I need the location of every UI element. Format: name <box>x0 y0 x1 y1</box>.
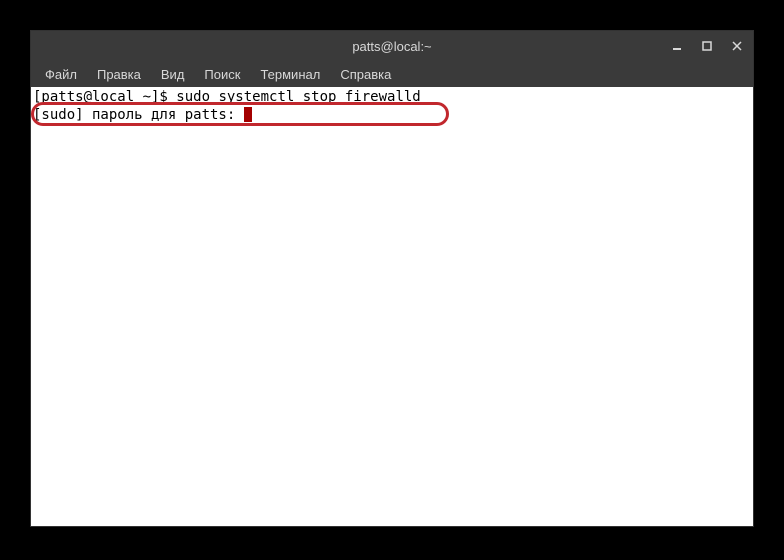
window-controls <box>667 31 747 61</box>
window-title: patts@local:~ <box>352 39 431 54</box>
sudo-prompt: [sudo] пароль для patts: <box>33 107 244 123</box>
close-button[interactable] <box>727 36 747 56</box>
menu-file[interactable]: Файл <box>35 63 87 86</box>
prompt: [patts@local ~]$ <box>33 89 176 105</box>
menu-help[interactable]: Справка <box>330 63 401 86</box>
maximize-button[interactable] <box>697 36 717 56</box>
cursor-block <box>244 107 252 122</box>
menu-edit[interactable]: Правка <box>87 63 151 86</box>
menu-terminal[interactable]: Терминал <box>250 63 330 86</box>
terminal-window: patts@local:~ Файл Правка Вид Поиск Терм… <box>30 30 754 527</box>
terminal-line: [sudo] пароль для patts: <box>33 106 751 124</box>
terminal-line: [patts@local ~]$ sudo systemctl stop fir… <box>33 88 751 106</box>
minimize-icon <box>672 41 682 51</box>
terminal-area[interactable]: [patts@local ~]$ sudo systemctl stop fir… <box>31 87 753 526</box>
command-text: sudo systemctl stop firewalld <box>176 89 420 105</box>
minimize-button[interactable] <box>667 36 687 56</box>
close-icon <box>732 41 742 51</box>
menubar: Файл Правка Вид Поиск Терминал Справка <box>31 61 753 87</box>
menu-search[interactable]: Поиск <box>194 63 250 86</box>
titlebar: patts@local:~ <box>31 31 753 61</box>
menu-view[interactable]: Вид <box>151 63 195 86</box>
maximize-icon <box>702 41 712 51</box>
